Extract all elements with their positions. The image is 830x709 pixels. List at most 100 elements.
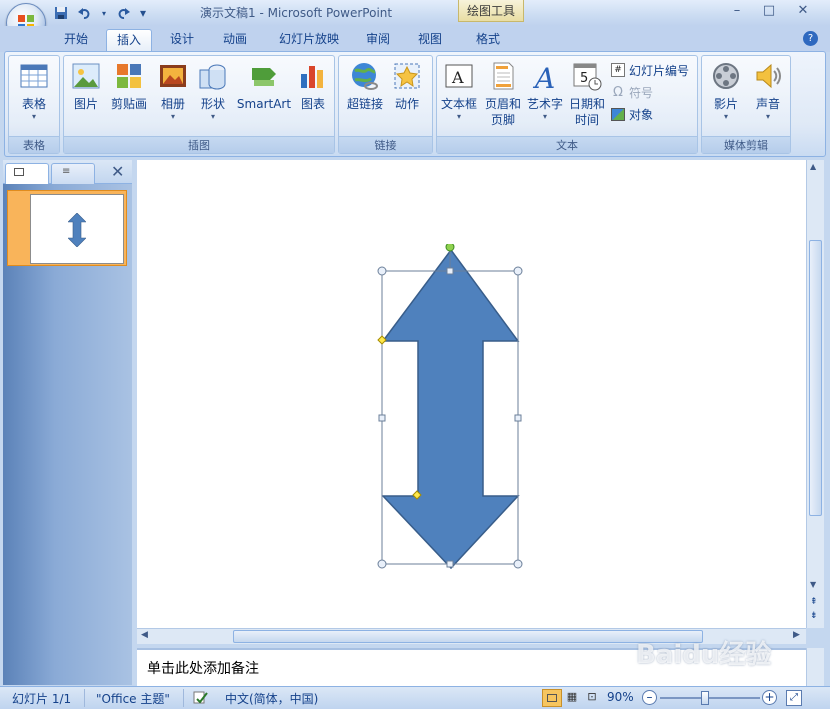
zoom-out-icon[interactable]: – [642, 690, 657, 705]
previous-slide-icon[interactable]: ⇞ [810, 598, 818, 607]
hyperlink-label: 超链接 [346, 97, 383, 111]
undo-icon[interactable] [76, 4, 94, 22]
smartart-button[interactable]: SmartArt [236, 60, 292, 112]
slide-show-view-icon[interactable]: ⊡ [584, 690, 600, 706]
tab-insert[interactable]: 插入 [106, 29, 152, 52]
header-footer-label-line2: 页脚 [490, 113, 515, 127]
group-label-media: 媒体剪辑 [702, 136, 790, 153]
sound-label: 声音 [755, 97, 780, 111]
movie-button[interactable]: 影片 ▾ [706, 60, 746, 122]
svg-text:A: A [532, 62, 555, 92]
fit-to-window-icon[interactable]: ⤢ [786, 690, 802, 706]
vertical-scrollbar[interactable]: ▲ ▼ ⇞ ⇟ [806, 160, 824, 628]
scroll-down-icon[interactable]: ▼ [810, 580, 816, 589]
tab-slideshow[interactable]: 幻灯片放映 [266, 29, 352, 52]
notes-scrollbar[interactable] [806, 648, 824, 686]
language-indicator[interactable]: 中文(简体，中国) [225, 690, 318, 707]
slides-pane: ≡ ✕ 1 [3, 160, 132, 685]
shapes-icon [199, 64, 226, 90]
close-button[interactable]: ✕ [790, 2, 816, 20]
symbol-label: 符号 [629, 85, 654, 100]
scroll-up-icon[interactable]: ▲ [810, 162, 816, 171]
action-button[interactable]: 动作 [389, 60, 425, 112]
zoom-slider-track[interactable] [660, 691, 760, 705]
undo-dropdown-icon[interactable]: ▾ [100, 4, 108, 22]
tab-design[interactable]: 设计 [160, 29, 204, 52]
sound-button[interactable]: 声音 ▾ [748, 60, 788, 122]
wordart-button[interactable]: A 艺术字 ▾ [525, 60, 565, 122]
next-slide-icon[interactable]: ⇟ [810, 612, 818, 621]
shapes-button[interactable]: 形状 ▾ [196, 60, 230, 122]
scroll-left-icon[interactable]: ◀ [141, 630, 148, 640]
group-tables: 表格 ▾ 表格 [8, 55, 60, 154]
watermark-url: jingyan.baidu.com [680, 666, 773, 677]
tab-view[interactable]: 视图 [408, 29, 452, 52]
normal-view-icon [547, 694, 557, 702]
close-pane-icon[interactable]: ✕ [111, 162, 124, 181]
textbox-icon: A [445, 64, 473, 88]
tab-home[interactable]: 开始 [54, 29, 98, 52]
svg-text:A: A [451, 68, 464, 87]
chevron-down-icon: ▾ [723, 112, 728, 121]
chart-button[interactable]: 图表 [296, 60, 330, 112]
photo-album-icon [160, 65, 186, 87]
clipart-button[interactable]: 剪贴画 [108, 60, 150, 112]
date-time-button[interactable]: 5 日期和 时间 [567, 60, 607, 128]
picture-icon [72, 63, 100, 89]
help-icon[interactable]: ? [803, 31, 818, 46]
zoom-level[interactable]: 90% [607, 690, 634, 704]
chart-label: 图表 [300, 97, 325, 111]
minimize-button[interactable]: – [724, 2, 750, 20]
up-down-arrow-shape[interactable] [375, 244, 525, 572]
photo-album-button[interactable]: 相册 ▾ [156, 60, 190, 122]
restore-button[interactable]: □ [756, 2, 782, 20]
tab-slides[interactable] [5, 163, 49, 184]
slide-number-button[interactable]: # 幻灯片编号 [611, 60, 689, 80]
chevron-down-icon: ▾ [765, 112, 770, 121]
tab-format[interactable]: 格式 [466, 29, 510, 52]
customize-qat-icon[interactable]: ▾ [138, 4, 148, 22]
vertical-scroll-thumb[interactable] [809, 240, 822, 516]
clipart-icon [117, 64, 141, 88]
slide-thumbnail[interactable] [30, 194, 124, 264]
symbol-button: Ω 符号 [611, 82, 653, 102]
date-time-label-line2: 时间 [574, 113, 599, 127]
scroll-right-icon[interactable]: ▶ [793, 630, 800, 640]
slide-thumbnail-selection[interactable] [7, 190, 127, 266]
theme-name: "Office 主题" [96, 692, 170, 706]
tab-outline[interactable]: ≡ [51, 163, 95, 184]
slide-editing-area[interactable] [137, 160, 806, 628]
chevron-down-icon: ▾ [210, 112, 215, 121]
zoom-slider-thumb[interactable] [701, 691, 709, 705]
slide-sorter-view-icon[interactable]: ▦ [564, 690, 580, 706]
table-label: 表格 [21, 97, 46, 111]
tab-review[interactable]: 审阅 [356, 29, 400, 52]
status-bar: 幻灯片 1/1 "Office 主题" 中文(简体，中国) ▦ ⊡ 90% – … [0, 686, 830, 709]
spell-check-icon[interactable] [192, 690, 208, 706]
divider [183, 689, 184, 707]
table-icon [20, 64, 48, 88]
picture-button[interactable]: 图片 [68, 60, 104, 112]
textbox-button[interactable]: A 文本框 ▾ [439, 60, 479, 122]
normal-view-button[interactable] [542, 689, 562, 707]
speaker-icon [756, 63, 781, 89]
clipart-label: 剪贴画 [110, 97, 147, 111]
tab-animations[interactable]: 动画 [212, 29, 258, 52]
object-button[interactable]: 对象 [611, 104, 653, 124]
calendar-clock-icon: 5 [573, 63, 602, 91]
horizontal-scroll-thumb[interactable] [233, 630, 703, 643]
object-icon [611, 107, 625, 121]
table-button[interactable]: 表格 ▾ [15, 60, 53, 122]
movie-label: 影片 [713, 97, 738, 111]
header-footer-button[interactable]: 页眉和 页脚 [481, 60, 525, 128]
picture-label: 图片 [73, 97, 98, 111]
notes-placeholder[interactable]: 单击此处添加备注 [147, 658, 259, 678]
group-label-text: 文本 [437, 136, 697, 153]
zoom-in-icon[interactable]: + [762, 690, 777, 705]
save-icon[interactable] [52, 4, 70, 22]
group-label-links: 链接 [339, 136, 432, 153]
redo-icon[interactable] [114, 4, 132, 22]
group-links: 超链接 动作 链接 [338, 55, 433, 154]
globe-link-icon [352, 63, 378, 90]
hyperlink-button[interactable]: 超链接 [343, 60, 387, 112]
